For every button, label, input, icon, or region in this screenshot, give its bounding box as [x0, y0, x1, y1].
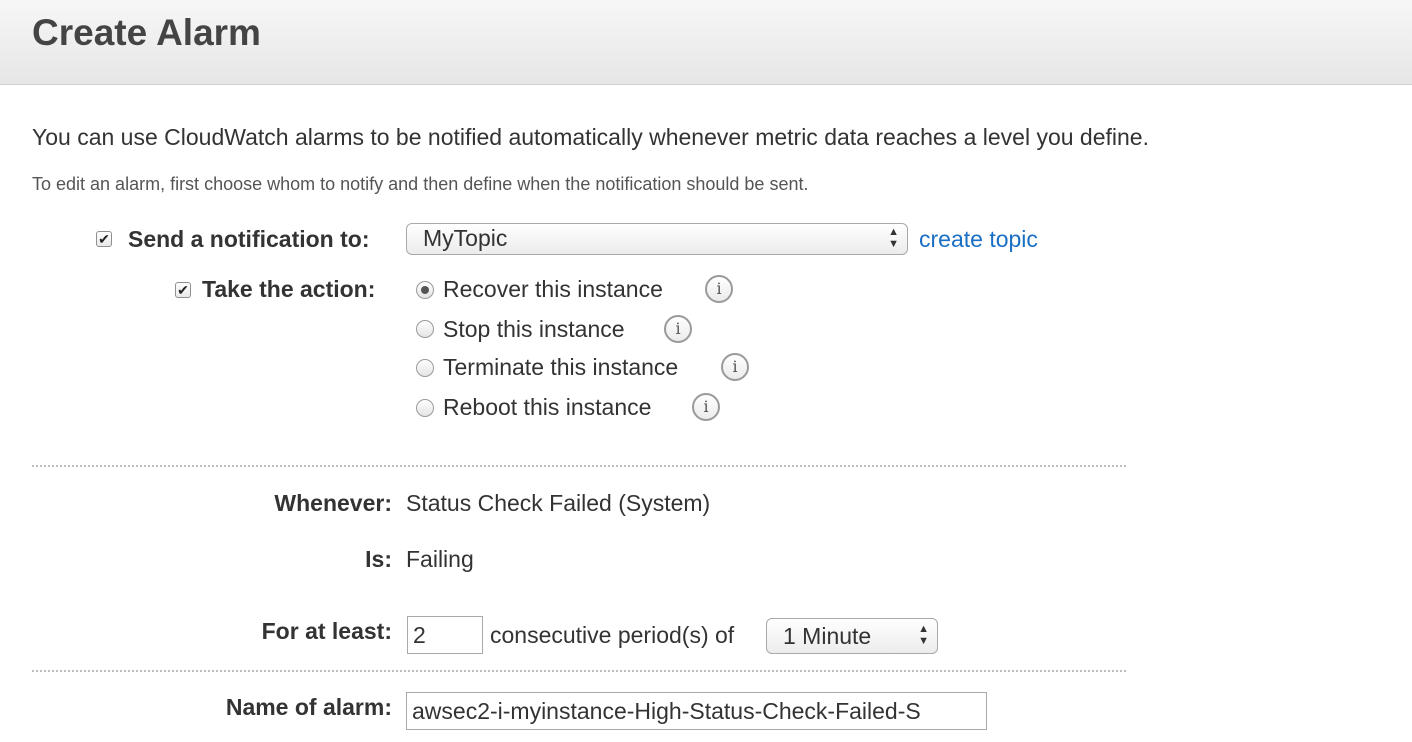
radio-stop-instance[interactable]	[416, 320, 434, 338]
info-icon[interactable]: i	[692, 393, 720, 421]
period-select-value: 1 Minute	[783, 623, 872, 649]
period-select[interactable]: 1 Minute ▲ ▼	[766, 618, 938, 654]
topic-select-value: MyTopic	[423, 225, 508, 251]
radio-recover-instance[interactable]	[416, 281, 434, 299]
alarm-name-input[interactable]	[406, 692, 987, 730]
is-value: Failing	[406, 546, 474, 572]
intro-text: You can use CloudWatch alarms to be noti…	[32, 124, 1149, 150]
radio-reboot-label[interactable]: Reboot this instance	[443, 394, 651, 421]
send-notification-checkbox[interactable]: ✔	[96, 231, 112, 247]
send-notification-label: Send a notification to:	[128, 226, 370, 252]
consecutive-periods-text: consecutive period(s) of	[490, 622, 735, 648]
section-divider	[32, 670, 1126, 672]
is-label: Is:	[365, 546, 392, 572]
info-icon[interactable]: i	[721, 353, 749, 381]
whenever-label: Whenever:	[274, 490, 392, 516]
create-topic-link[interactable]: create topic	[919, 226, 1038, 253]
page-header: Create Alarm	[0, 0, 1412, 85]
intro-subtext: To edit an alarm, first choose whom to n…	[32, 174, 809, 194]
alarm-name-label: Name of alarm:	[225, 694, 392, 720]
section-divider	[32, 465, 1126, 467]
info-icon[interactable]: i	[705, 275, 733, 303]
periods-input[interactable]	[407, 616, 483, 654]
take-action-label: Take the action:	[202, 276, 376, 302]
for-at-least-label: For at least:	[261, 618, 392, 644]
checkmark-icon: ✔	[98, 231, 110, 247]
radio-terminate-label[interactable]: Terminate this instance	[443, 354, 678, 381]
take-action-checkbox[interactable]: ✔	[175, 282, 191, 298]
radio-recover-label[interactable]: Recover this instance	[443, 276, 663, 303]
info-icon[interactable]: i	[664, 315, 692, 343]
radio-terminate-instance[interactable]	[416, 359, 434, 377]
whenever-value: Status Check Failed (System)	[406, 490, 711, 516]
select-arrows-icon: ▲ ▼	[888, 226, 899, 250]
topic-select[interactable]: MyTopic ▲ ▼	[406, 223, 908, 255]
radio-stop-label[interactable]: Stop this instance	[443, 316, 625, 343]
page-title: Create Alarm	[32, 12, 261, 53]
select-arrows-icon: ▲ ▼	[918, 623, 929, 647]
checkmark-icon: ✔	[177, 282, 189, 298]
radio-reboot-instance[interactable]	[416, 399, 434, 417]
